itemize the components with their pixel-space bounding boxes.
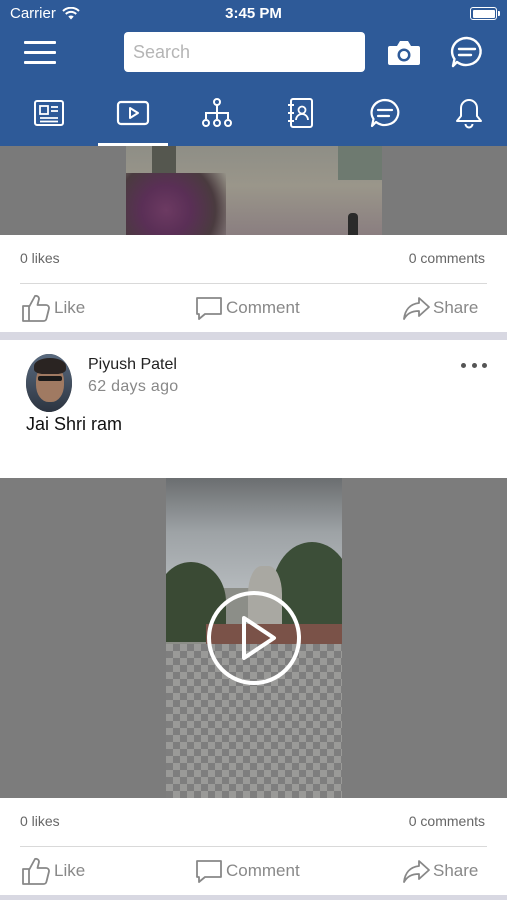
- thumbs-up-icon: [22, 294, 50, 322]
- like-button[interactable]: Like: [20, 847, 85, 895]
- tab-notifications[interactable]: [427, 80, 507, 146]
- play-video-icon: [116, 100, 150, 126]
- post-actions: Like Comment Share: [0, 847, 507, 895]
- tab-messages[interactable]: [343, 80, 427, 146]
- menu-icon-bar: [24, 51, 56, 54]
- share-label: Share: [433, 861, 479, 880]
- comment-icon: [196, 860, 222, 883]
- post-actions: Like Comment Share: [0, 284, 507, 332]
- comment-button[interactable]: Comment: [194, 284, 300, 332]
- menu-icon-bar: [24, 41, 56, 44]
- share-icon: [403, 860, 430, 883]
- likes-count[interactable]: 0 likes: [20, 813, 60, 829]
- post-media[interactable]: [0, 146, 507, 235]
- post-footer: 0 likes 0 comments Like Comment Share: [0, 798, 507, 895]
- post-footer: 0 likes 0 comments Like Comment Share: [0, 235, 507, 332]
- tab-videos[interactable]: [91, 80, 175, 146]
- status-bar: Carrier 3:45 PM: [0, 0, 507, 28]
- camera-button[interactable]: [385, 34, 423, 70]
- like-label: Like: [54, 298, 86, 317]
- avatar-glasses: [38, 376, 62, 381]
- share-button[interactable]: Share: [401, 284, 478, 332]
- post-text: Jai Shri ram: [26, 414, 123, 434]
- newspaper-icon: [34, 100, 64, 126]
- share-button[interactable]: Share: [401, 847, 478, 895]
- share-label: Share: [433, 298, 479, 317]
- thumbs-up-icon: [22, 857, 50, 885]
- tab-bar: [0, 80, 507, 146]
- tab-contacts[interactable]: [259, 80, 343, 146]
- feed: 0 likes 0 comments Like Comment Share Pi…: [0, 146, 507, 900]
- dot: [482, 362, 487, 368]
- post-timestamp: 62 days ago: [88, 378, 179, 395]
- search-input[interactable]: [124, 32, 365, 72]
- like-label: Like: [54, 861, 86, 880]
- author-name[interactable]: Piyush Patel: [88, 356, 177, 374]
- video-thumbnail[interactable]: [166, 478, 342, 798]
- clock: 3:45 PM: [225, 5, 282, 22]
- tab-news-feed[interactable]: [7, 80, 91, 146]
- camera-icon: [388, 41, 420, 65]
- like-button[interactable]: Like: [20, 284, 85, 332]
- dot: [471, 362, 477, 368]
- photo-detail: [348, 213, 358, 235]
- dot: [461, 362, 466, 368]
- comment-label: Comment: [226, 298, 300, 317]
- more-options-button[interactable]: [461, 358, 487, 372]
- share-icon: [403, 297, 430, 320]
- post-stats: 0 likes 0 comments: [0, 235, 507, 283]
- avatar-hair: [34, 358, 66, 374]
- menu-button[interactable]: [24, 41, 56, 65]
- comment-label: Comment: [226, 861, 300, 880]
- bell-icon: [456, 99, 482, 129]
- battery-icon: [470, 7, 500, 20]
- address-book-icon: [288, 98, 313, 128]
- chat-bubble-icon: [370, 98, 400, 128]
- likes-count[interactable]: 0 likes: [20, 250, 60, 266]
- post-media[interactable]: [0, 478, 507, 798]
- post-card: Piyush Patel 62 days ago Jai Shri ram: [0, 340, 507, 478]
- avatar[interactable]: [26, 354, 72, 412]
- org-chart-icon: [202, 98, 232, 127]
- tab-network[interactable]: [175, 80, 259, 146]
- post-photo[interactable]: [126, 146, 382, 235]
- photo-detail: [126, 173, 226, 235]
- comment-icon: [196, 297, 222, 320]
- post-stats: 0 likes 0 comments: [0, 798, 507, 846]
- chat-bubble-icon: [450, 36, 482, 68]
- comments-count[interactable]: 0 comments: [409, 813, 485, 829]
- photo-detail: [338, 146, 382, 180]
- comment-button[interactable]: Comment: [194, 847, 300, 895]
- menu-icon-bar: [24, 61, 56, 64]
- app-header: [0, 28, 507, 80]
- messenger-button[interactable]: [448, 34, 486, 70]
- comments-count[interactable]: 0 comments: [409, 250, 485, 266]
- play-icon[interactable]: [206, 590, 302, 686]
